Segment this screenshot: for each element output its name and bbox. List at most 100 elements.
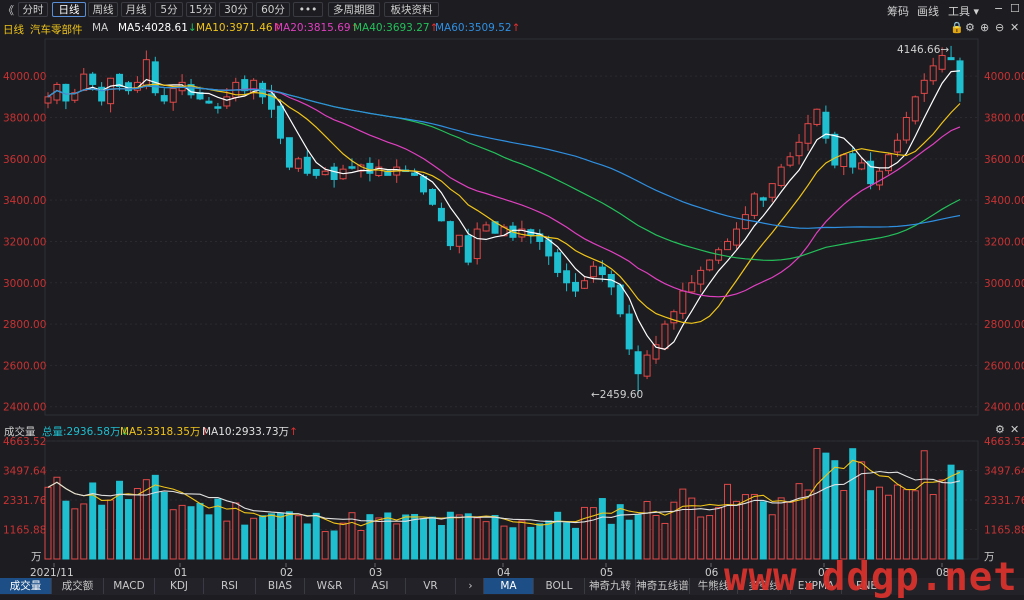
overlay-tab[interactable]: 神奇五线谱 (636, 578, 690, 594)
indicator-tab[interactable]: W&R (305, 578, 355, 594)
volume-bar (554, 511, 562, 560)
period-button[interactable]: 日线 (52, 2, 86, 17)
candle-body (732, 228, 740, 246)
period-button[interactable]: ••• (293, 2, 323, 17)
overlay-tab[interactable]: 神奇九转 (585, 578, 636, 594)
volume-bar (724, 483, 732, 560)
indicator-tab[interactable]: 成交额 (52, 578, 104, 594)
volume-bar (250, 517, 258, 560)
maximize-icon[interactable]: ☐ (1010, 2, 1020, 15)
candle-body (321, 170, 329, 176)
candle-body (545, 239, 553, 257)
y-tick-right: 3400.00 (984, 195, 1024, 207)
draw-line-button[interactable]: 画线 (917, 3, 939, 19)
volume-bar (169, 509, 177, 560)
volume-bar (929, 494, 937, 560)
volume-bar (107, 499, 115, 560)
candle-body (482, 224, 490, 232)
candle-body (858, 162, 866, 170)
indicator-tab[interactable]: ASI (355, 578, 406, 594)
back-icon[interactable]: 《 (3, 2, 14, 18)
indicator-tab[interactable]: VR (406, 578, 456, 594)
candle-body (169, 88, 177, 103)
volume-bar (643, 501, 651, 560)
volume-bar (196, 502, 204, 560)
volume-bar (715, 506, 723, 560)
volume-bar (303, 523, 311, 560)
volume-bar (679, 488, 687, 560)
vol-tick-right: 2331.76 (984, 495, 1024, 507)
volume-bar (563, 522, 571, 560)
period-button[interactable]: 15分 (186, 2, 216, 17)
candle-body (420, 176, 428, 193)
candle-body (849, 153, 857, 168)
overlay-tab[interactable]: MA (484, 578, 534, 594)
candle-body (44, 96, 52, 104)
volume-bar (187, 506, 195, 560)
volume-bar (697, 516, 705, 560)
candle-body (741, 214, 749, 230)
volume-bar (831, 460, 839, 560)
vol-tick-left: 2331.76 (3, 495, 47, 507)
candle-body (616, 284, 624, 315)
volume-bar (80, 503, 88, 560)
candle-body (160, 95, 168, 102)
volume-bar (268, 513, 276, 560)
minimize-icon[interactable]: − (994, 2, 1003, 15)
candle-body (89, 73, 97, 85)
volume-bar (420, 518, 428, 560)
indicator-tab[interactable]: KDJ (155, 578, 204, 594)
indicator-tab[interactable]: 成交量 (0, 578, 52, 594)
volume-bar (822, 452, 830, 560)
kline-svg[interactable]: 4000.00 4000.00 3800.00 3800.00 3600.00 3600.… (0, 19, 1024, 420)
candle-body (303, 156, 311, 174)
volume-bar (259, 515, 267, 560)
candle-body (813, 108, 821, 125)
x-tick-label: 06 (705, 567, 719, 578)
tools-button[interactable]: 工具 ▾ (948, 3, 979, 19)
candle-body (294, 158, 302, 169)
vol-tick-right: 3497.64 (984, 466, 1024, 478)
y-tick-right: 3600.00 (984, 154, 1024, 166)
indicator-tab[interactable]: BIAS (256, 578, 305, 594)
chevron-right-icon[interactable]: › (458, 578, 484, 594)
period-button[interactable]: 30分 (219, 2, 253, 17)
y-tick-right: 2400.00 (984, 402, 1024, 414)
chips-button[interactable]: 筹码 (887, 3, 909, 19)
y-tick-left: 4000.00 (3, 71, 46, 83)
volume-bar (446, 511, 454, 560)
volume-bar (884, 494, 892, 560)
y-tick-right: 3000.00 (984, 278, 1024, 290)
period-button[interactable]: 分时 (18, 2, 48, 17)
indicator-tab[interactable]: MACD (104, 578, 155, 594)
candle-body (285, 137, 293, 168)
volume-bar (849, 448, 857, 560)
period-button[interactable]: 周线 (88, 2, 118, 17)
overlay-tab[interactable]: BOLL (534, 578, 585, 594)
volume-bar (44, 486, 52, 560)
volume-bar (455, 514, 463, 560)
candle-body (831, 133, 839, 166)
candle-body (473, 228, 481, 260)
volume-bar (294, 515, 302, 560)
candle-body (446, 221, 454, 247)
period-button[interactable]: 多周期图 (328, 2, 380, 17)
indicator-tab[interactable]: RSI (204, 578, 256, 594)
x-tick-label: 01 (174, 567, 187, 578)
period-button[interactable]: 5分 (155, 2, 183, 17)
period-button[interactable]: 月线 (121, 2, 151, 17)
volume-bar (428, 516, 436, 560)
candle-body (938, 55, 946, 70)
candle-body (589, 265, 597, 278)
volume-bar (500, 525, 508, 560)
volume-bar (116, 480, 124, 560)
period-button[interactable]: 板块资料 (384, 2, 439, 17)
volume-bar (661, 522, 669, 560)
volume-svg[interactable]: 4663.52 4663.52 3497.64 3497.64 2331.76 2331.… (0, 421, 1024, 564)
candle-body (223, 96, 231, 107)
candle-body (276, 105, 284, 139)
candle-body (929, 65, 937, 82)
candle-body (777, 166, 785, 186)
period-button[interactable]: 60分 (256, 2, 290, 17)
volume-bar (598, 498, 606, 560)
